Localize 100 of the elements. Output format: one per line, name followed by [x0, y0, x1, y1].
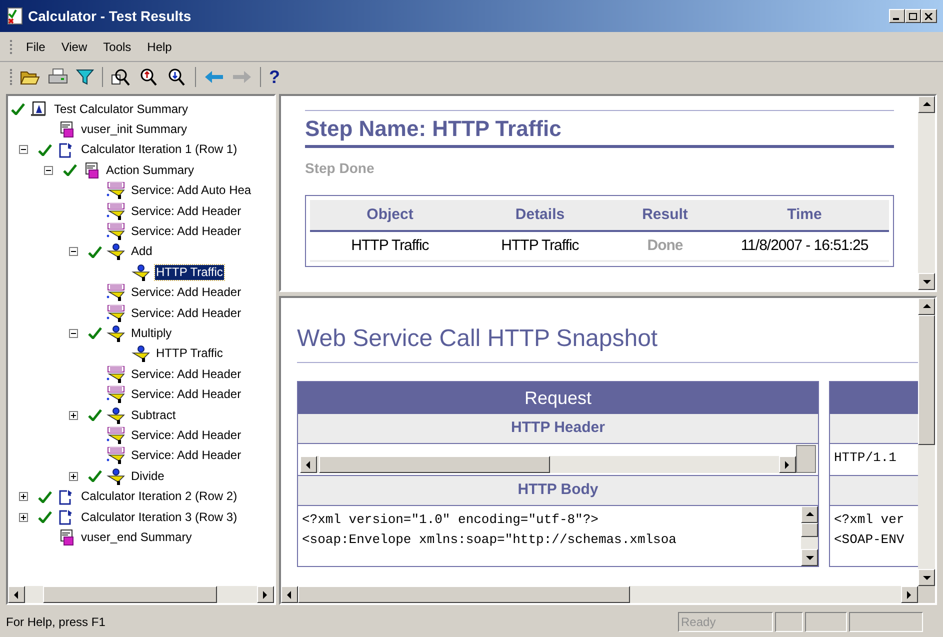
- vertical-scrollbar[interactable]: [918, 298, 935, 586]
- iteration-icon: [58, 488, 74, 505]
- app-checklist-icon: [6, 7, 24, 25]
- header-icon: [105, 304, 127, 322]
- horizontal-scrollbar[interactable]: [8, 586, 274, 603]
- scroll-arrow-button[interactable]: [901, 586, 918, 603]
- code-line: <?xml ver: [834, 511, 906, 529]
- vertical-scrollbar[interactable]: [801, 506, 818, 566]
- find-magnifier-icon[interactable]: [111, 68, 131, 86]
- tree-item[interactable]: HTTP Traffic: [155, 264, 224, 280]
- scroll-arrow-button[interactable]: [918, 273, 935, 290]
- iteration-icon: [58, 142, 74, 158]
- resize-grip[interactable]: [796, 445, 816, 473]
- status-panel: Ready: [678, 612, 773, 632]
- header-icon: [105, 223, 127, 240]
- scrollbar-thumb[interactable]: [801, 523, 818, 537]
- tree-item[interactable]: Action Summary: [105, 162, 196, 178]
- scrollbar-thumb[interactable]: [918, 315, 935, 445]
- header-icon: [105, 366, 127, 383]
- tree-item[interactable]: Add: [130, 244, 154, 260]
- code-line: <SOAP-ENV: [834, 531, 906, 549]
- expander-toggle[interactable]: [19, 512, 28, 522]
- body-label: HTTP Body: [298, 476, 818, 506]
- column-header: Time: [786, 204, 823, 225]
- tree-item[interactable]: Subtract: [130, 408, 177, 423]
- scroll-arrow-button[interactable]: [300, 456, 317, 473]
- expander-toggle[interactable]: [69, 247, 78, 256]
- tree-item[interactable]: Service: Add Header: [130, 387, 242, 402]
- tree-item[interactable]: Service: Add Header: [130, 285, 242, 300]
- minimize-button[interactable]: [889, 9, 905, 23]
- scroll-arrow-button[interactable]: [801, 549, 818, 566]
- header-icon: [105, 284, 127, 302]
- expander-toggle[interactable]: [69, 410, 78, 420]
- scroll-arrow-button[interactable]: [918, 569, 935, 586]
- scrollbar-corner: [918, 586, 935, 603]
- menu-item[interactable]: Help: [147, 38, 172, 56]
- scroll-arrow-button[interactable]: [801, 506, 818, 523]
- scroll-arrow-button[interactable]: [8, 586, 25, 603]
- menu-item[interactable]: File: [26, 38, 46, 56]
- scroll-arrow-button[interactable]: [281, 586, 298, 603]
- tree-item[interactable]: Service: Add Header: [130, 224, 242, 240]
- scrollbar-thumb[interactable]: [43, 586, 217, 603]
- step-icon: [106, 324, 126, 342]
- tree-item[interactable]: Service: Add Header: [130, 306, 242, 321]
- tree-item[interactable]: Calculator Iteration 2 (Row 2): [80, 489, 238, 504]
- grip-handle: [10, 69, 12, 85]
- tree-item[interactable]: Test Calculator Summary: [53, 102, 190, 117]
- help-button[interactable]: ?: [269, 68, 280, 86]
- code-line: HTTP/1.1: [834, 449, 898, 467]
- tree-item[interactable]: vuser_init Summary: [80, 122, 188, 138]
- expander-toggle[interactable]: [19, 492, 28, 502]
- scroll-arrow-button[interactable]: [918, 298, 935, 315]
- zoom-down-icon[interactable]: [167, 68, 187, 86]
- tree-item[interactable]: Multiply: [130, 326, 173, 341]
- grip-handle: [10, 40, 12, 54]
- maximize-button[interactable]: [905, 9, 921, 23]
- menu-item[interactable]: View: [61, 38, 88, 56]
- step-status: Step Done: [305, 159, 376, 178]
- window-title: Calculator - Test Results: [28, 6, 192, 26]
- request-heading: Request: [298, 382, 818, 414]
- header-icon: [105, 386, 127, 404]
- scrollbar-thumb[interactable]: [298, 586, 630, 603]
- step-title: Step Name: HTTP Traffic: [305, 115, 562, 143]
- scroll-arrow-button[interactable]: [779, 456, 796, 473]
- tree-item[interactable]: Divide: [130, 468, 166, 484]
- scrollbar-thumb[interactable]: [319, 456, 550, 473]
- tree-item[interactable]: vuser_end Summary: [80, 530, 193, 545]
- tree-item[interactable]: Service: Add Header: [130, 428, 242, 443]
- expander-toggle[interactable]: [69, 472, 78, 481]
- header-label: HTTP Header: [298, 414, 818, 444]
- table-cell-text: HTTP Traffic: [500, 236, 580, 256]
- tree-item[interactable]: Service: Add Header: [130, 204, 242, 219]
- tree-item[interactable]: Service: Add Header: [130, 366, 242, 382]
- close-button[interactable]: [921, 9, 937, 23]
- zoom-up-icon[interactable]: [139, 68, 159, 86]
- code-line: <soap:Envelope xmlns:soap="http://schemas.xmlsoa: [302, 531, 678, 549]
- tree-item[interactable]: Service: Add Header: [130, 448, 242, 464]
- vertical-scrollbar[interactable]: [918, 96, 935, 290]
- code-line: <?xml version="1.0" encoding="utf-8"?>: [302, 511, 600, 529]
- horizontal-scrollbar[interactable]: [300, 456, 796, 473]
- tree-item[interactable]: Calculator Iteration 3 (Row 3): [80, 510, 238, 524]
- step-icon: [131, 345, 151, 362]
- step-icon: [131, 264, 151, 281]
- step-icon: [106, 243, 126, 260]
- menu-item[interactable]: Tools: [103, 38, 132, 56]
- scroll-arrow-button[interactable]: [257, 586, 274, 603]
- expander-toggle[interactable]: [19, 145, 28, 154]
- horizontal-scrollbar[interactable]: [281, 586, 918, 603]
- tree-item[interactable]: Calculator Iteration 1 (Row 1): [80, 142, 238, 158]
- scroll-arrow-button[interactable]: [918, 96, 935, 113]
- status-panel: [775, 612, 803, 632]
- report-icon: [30, 101, 48, 118]
- header-icon: [105, 202, 127, 220]
- tree-item[interactable]: Service: Add Auto Hea: [130, 183, 252, 198]
- tree-item[interactable]: HTTP Traffic: [155, 346, 224, 362]
- expander-toggle[interactable]: [44, 166, 53, 175]
- filter-icon[interactable]: [76, 68, 94, 86]
- close-icon: [925, 12, 933, 20]
- print-icon[interactable]: [48, 68, 68, 86]
- expander-toggle[interactable]: [69, 328, 78, 338]
